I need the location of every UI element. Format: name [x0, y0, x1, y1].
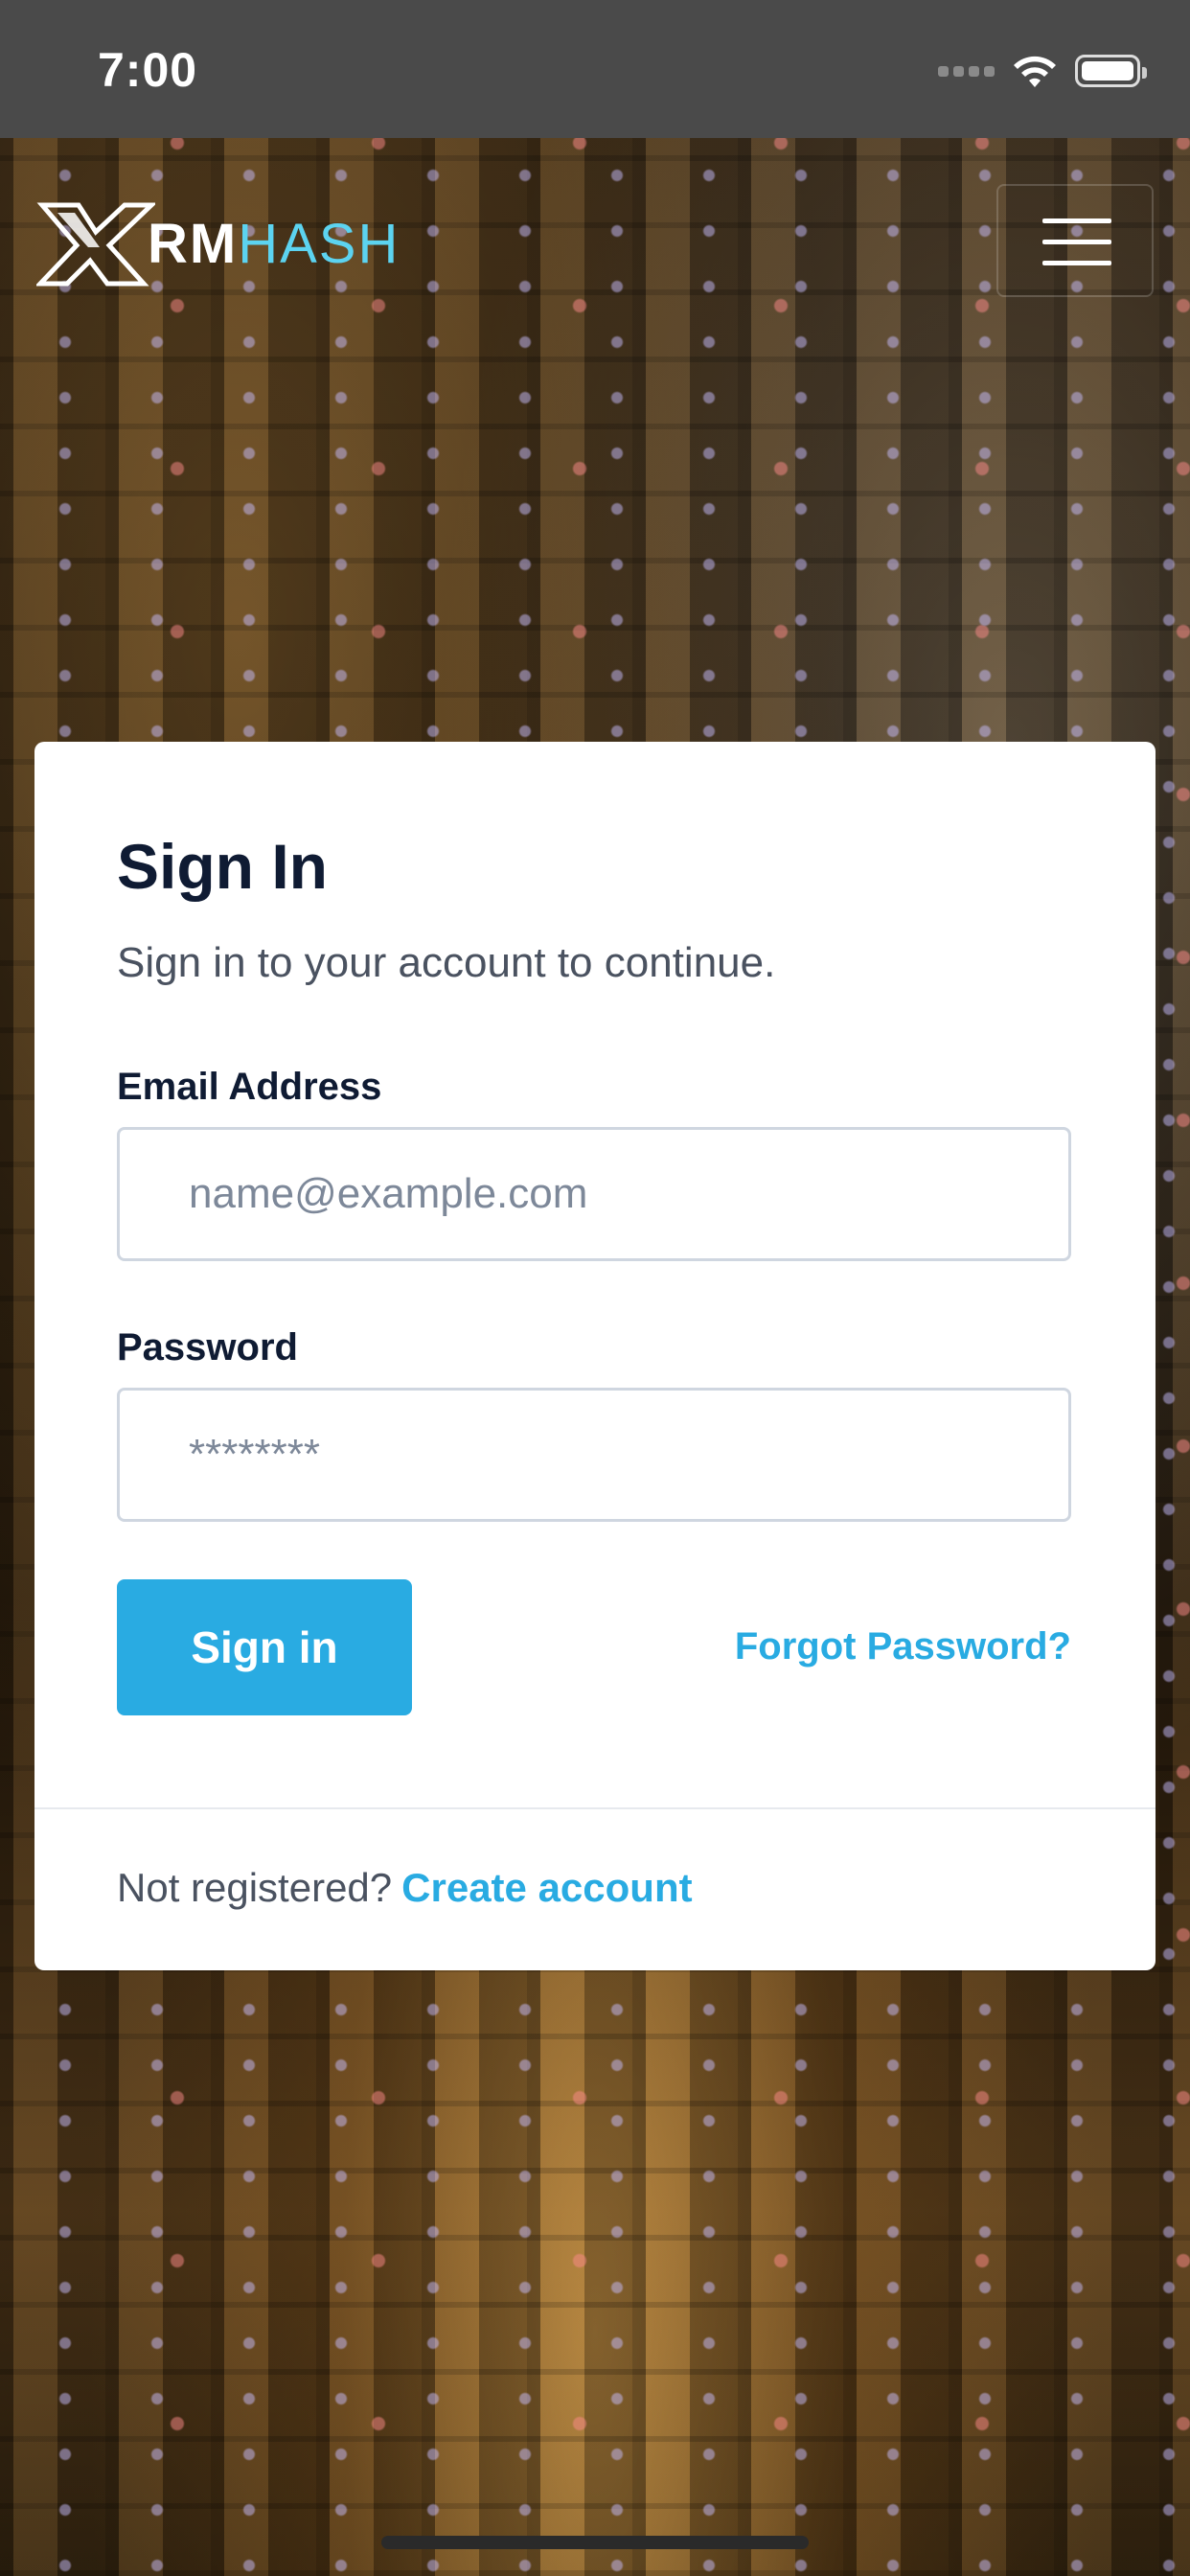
- status-icons: [938, 52, 1147, 90]
- battery-icon: [1075, 55, 1147, 87]
- forgot-password-link[interactable]: Forgot Password?: [735, 1625, 1071, 1668]
- hamburger-menu-bar: [1042, 261, 1111, 265]
- status-time: 7:00: [98, 43, 198, 97]
- page-title: Sign In: [117, 831, 328, 902]
- signin-button[interactable]: Sign in: [117, 1579, 412, 1715]
- email-label: Email Address: [117, 1066, 382, 1108]
- signin-card: Sign In Sign in to your account to conti…: [34, 742, 1156, 1970]
- not-registered-text: Not registered?: [117, 1865, 393, 1910]
- logo-wordmark: RMHASH: [148, 212, 400, 276]
- logo-text-hash: HASH: [238, 212, 400, 275]
- hamburger-menu-button[interactable]: [996, 184, 1154, 297]
- home-indicator[interactable]: [381, 2536, 809, 2549]
- wifi-icon: [1014, 56, 1056, 87]
- password-field[interactable]: [117, 1388, 1071, 1522]
- brand-logo[interactable]: RMHASH: [36, 197, 400, 289]
- hamburger-menu-bar: [1042, 240, 1111, 244]
- page-subtitle: Sign in to your account to continue.: [117, 939, 776, 986]
- hamburger-menu-icon: [1042, 218, 1111, 223]
- logo-text-rm: RM: [148, 212, 239, 275]
- status-bar: 7:00: [0, 0, 1190, 138]
- divider: [34, 1807, 1156, 1809]
- password-label: Password: [117, 1326, 298, 1368]
- logo-x-icon: [36, 202, 155, 287]
- email-field[interactable]: [117, 1127, 1071, 1261]
- signal-icon: [938, 65, 995, 77]
- create-account-link[interactable]: Create account: [401, 1865, 692, 1910]
- register-prompt: Not registered? Create account: [117, 1865, 693, 1911]
